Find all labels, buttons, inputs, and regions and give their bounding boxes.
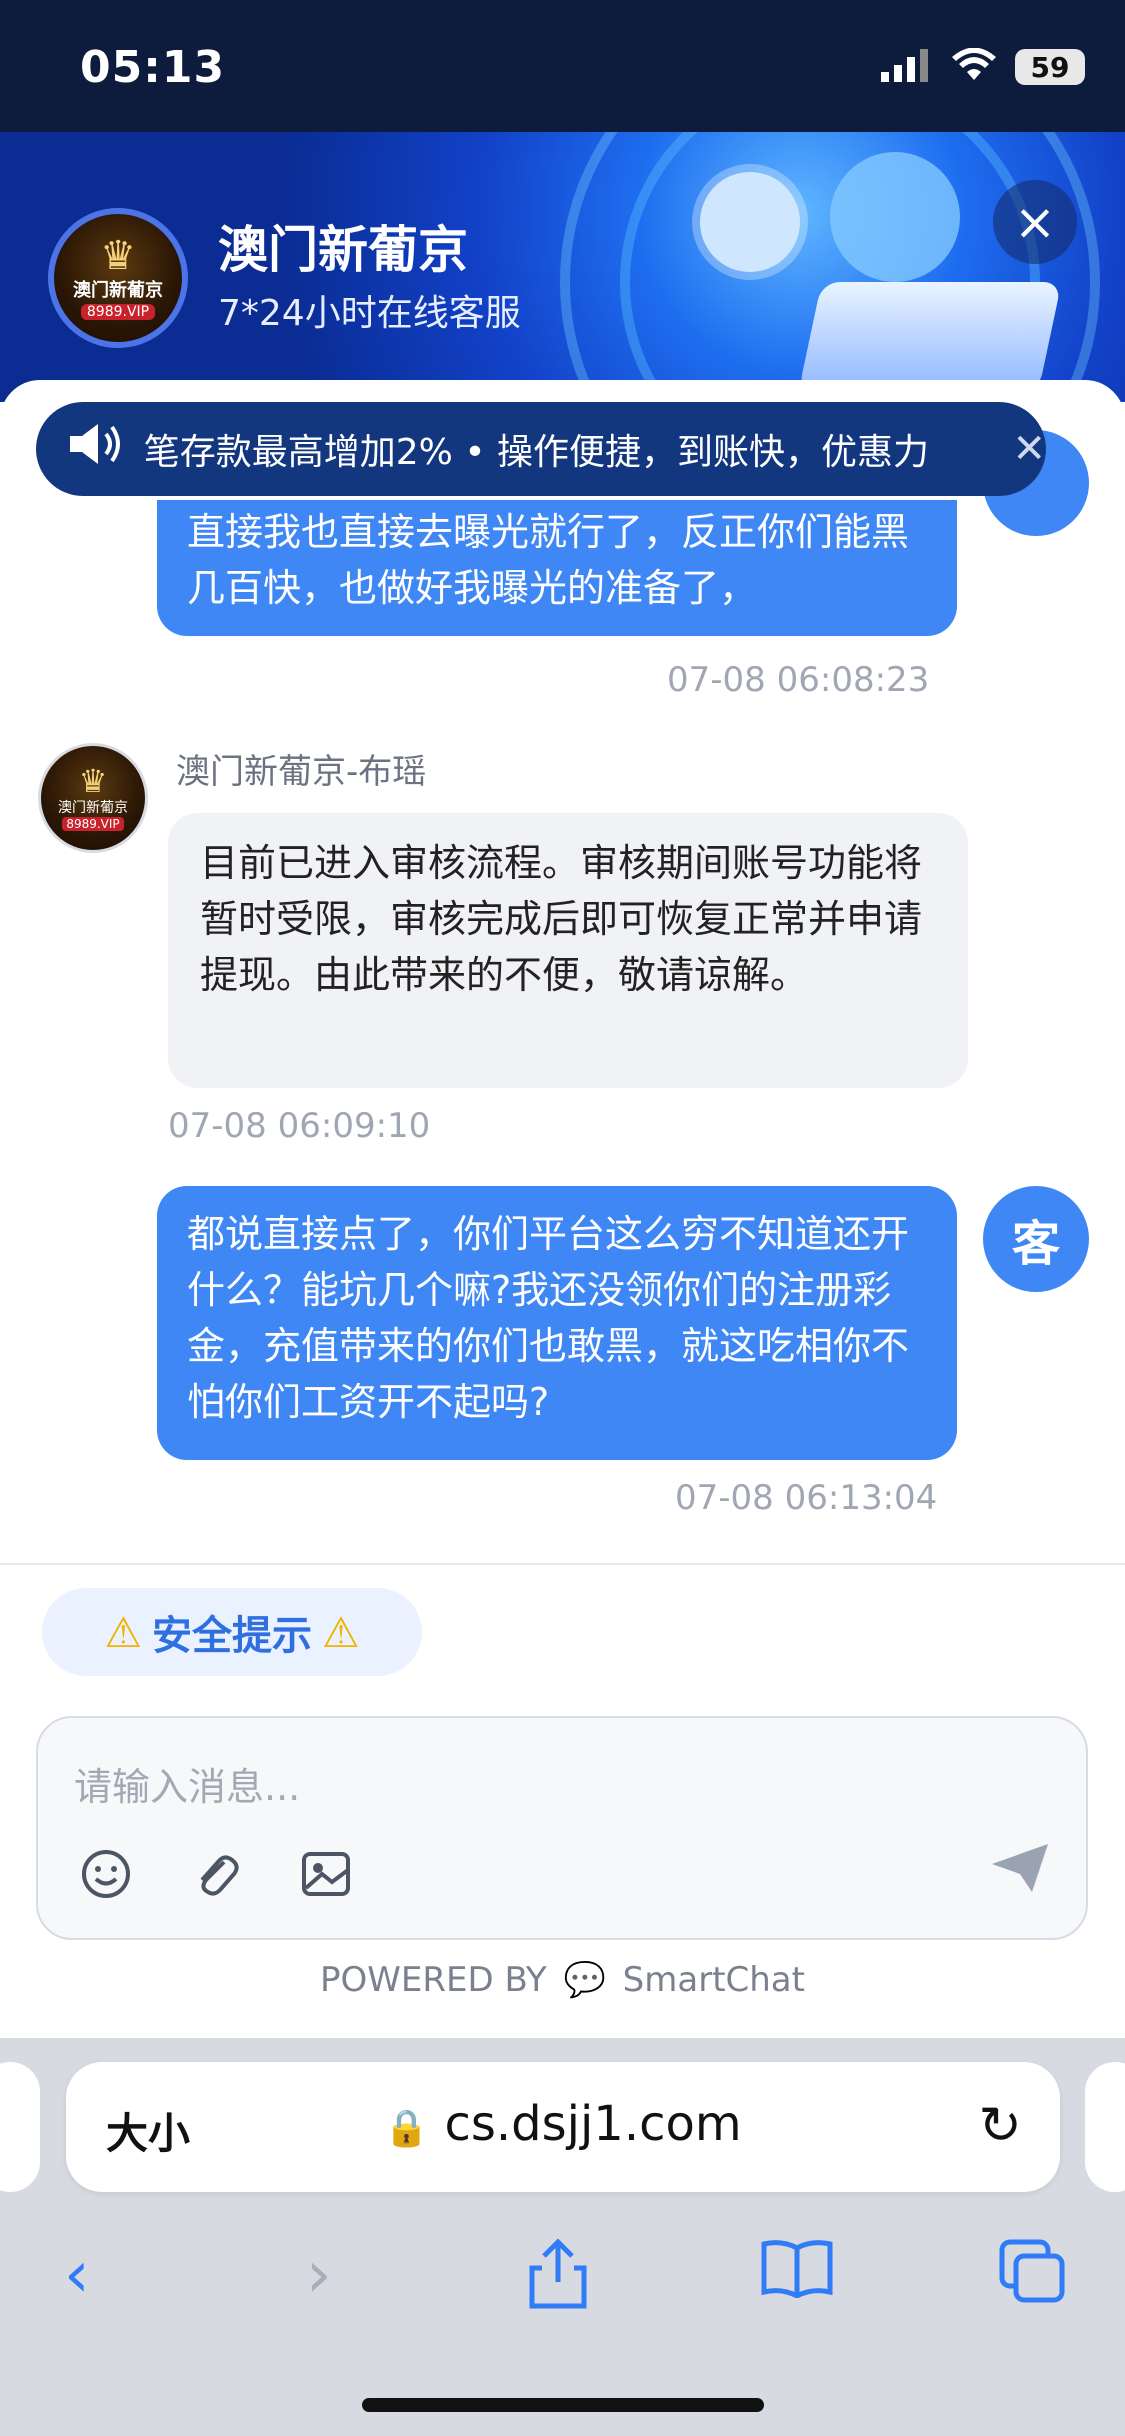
signal-icon [881, 48, 933, 86]
browser-toolbar: 大小 🔒 cs.dsjj1.com ↻ ‹ › [0, 2038, 1125, 2436]
share-icon[interactable] [528, 2238, 588, 2326]
header-subtitle: 7*24小时在线客服 [218, 293, 521, 334]
message-timestamp: 07-08 06:13:04 [675, 1478, 938, 1518]
user-message-bubble: 都说直接点了，你们平台这么穷不知道还开什么？能坑几个嘛?我还没领你们的注册彩金，… [157, 1186, 957, 1460]
back-icon[interactable]: ‹ [64, 2238, 90, 2312]
forward-icon[interactable]: › [306, 2238, 332, 2312]
chat-bubble-decor-icon [700, 172, 800, 272]
crown-icon: ♛ [78, 762, 108, 800]
chat-bubble-decor-icon [830, 152, 960, 282]
speaker-icon [68, 421, 128, 478]
attachment-icon[interactable] [190, 1848, 242, 1912]
battery-icon: 59 [1015, 49, 1085, 85]
bookmarks-icon[interactable] [760, 2238, 834, 2314]
adjacent-tab[interactable] [1085, 2062, 1125, 2192]
lock-icon: 🔒 [384, 2108, 430, 2149]
safety-tip-button[interactable]: ⚠ 安全提示 ⚠ [42, 1588, 422, 1676]
announcement-text: 笔存款最高增加2% • 操作便捷，到账快，优惠力 [143, 432, 929, 473]
header-title: 澳门新葡京 [218, 221, 468, 279]
agent-message-bubble: 目前已进入审核流程。审核期间账号功能将暂时受限，审核完成后即可恢复正常并申请提现… [168, 813, 968, 1088]
message-timestamp: 07-08 06:08:23 [667, 660, 930, 700]
close-icon[interactable]: ✕ [1012, 426, 1046, 472]
home-indicator [362, 2398, 764, 2412]
address-bar[interactable]: 大小 🔒 cs.dsjj1.com ↻ [66, 2062, 1060, 2192]
url-text[interactable]: 🔒 cs.dsjj1.com [66, 2096, 1060, 2152]
safety-tip-label: 安全提示 [152, 1613, 312, 1659]
close-icon: × [1014, 193, 1056, 251]
brand-logo: ♛ 澳门新葡京 8989.VIP [48, 208, 188, 348]
status-time: 05:13 [80, 42, 226, 93]
status-icons: 59 [881, 47, 1085, 86]
agent-avatar: ♛ 澳门新葡京 8989.VIP [38, 743, 148, 853]
chat-header: ♛ 澳门新葡京 8989.VIP 澳门新葡京 7*24小时在线客服 × [0, 132, 1125, 402]
reload-icon[interactable]: ↻ [978, 2096, 1022, 2156]
warning-icon: ⚠ [104, 1607, 142, 1657]
chat-bubbles-icon: 💬 [563, 1960, 606, 2000]
divider [0, 1563, 1125, 1565]
user-message-bubble: 直接我也直接去曝光就行了，反正你们能黑几百快，也做好我曝光的准备了， [157, 500, 957, 636]
agent-name: 澳门新葡京-布瑶 [176, 752, 427, 792]
emoji-icon[interactable] [80, 1848, 132, 1912]
message-input[interactable]: 请输入消息... [74, 1756, 300, 1811]
adjacent-tab[interactable] [0, 2062, 40, 2192]
message-timestamp: 07-08 06:09:10 [168, 1106, 431, 1146]
close-button[interactable]: × [993, 180, 1077, 264]
send-icon[interactable] [990, 1842, 1050, 1908]
warning-icon: ⚠ [322, 1607, 360, 1657]
crown-icon: ♛ [100, 233, 136, 279]
announcement-bar: 笔存款最高增加2% • 操作便捷，到账快，优惠力 ✕ [36, 402, 1046, 496]
status-bar: 05:13 59 [0, 0, 1125, 132]
powered-by: POWERED BY 💬 SmartChat [320, 1960, 805, 2000]
user-avatar: 客 [983, 1186, 1089, 1292]
message-composer[interactable]: 请输入消息... [36, 1716, 1088, 1940]
platform-decor [798, 282, 1062, 392]
wifi-icon [951, 47, 997, 86]
image-icon[interactable] [300, 1848, 352, 1912]
tabs-icon[interactable] [998, 2238, 1068, 2320]
